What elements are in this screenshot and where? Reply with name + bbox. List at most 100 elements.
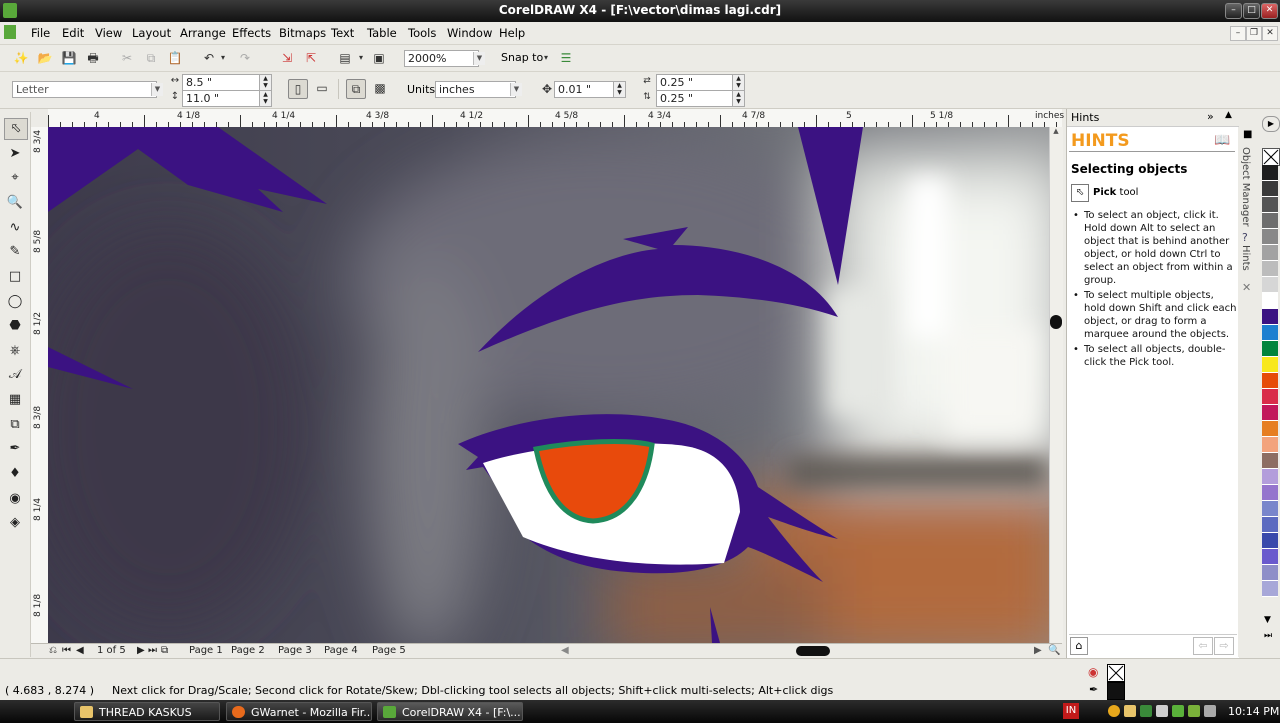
task-thread-kaskus[interactable]: THREAD KASKUS <box>74 702 220 721</box>
shape-tool-icon[interactable]: ➤ <box>4 144 26 164</box>
doc-close-button[interactable]: ✕ <box>1262 26 1278 41</box>
landscape-icon[interactable]: ▭ <box>313 79 331 97</box>
basic-shapes-tool-icon[interactable]: ⎈ <box>4 341 26 361</box>
portrait-icon[interactable]: ▯ <box>288 79 308 99</box>
open-folder-icon[interactable]: 📂 <box>36 49 54 67</box>
ellipse-tool-icon[interactable]: ◯ <box>4 292 26 312</box>
minimize-button[interactable]: – <box>1225 3 1242 19</box>
redo-icon[interactable]: ↷ <box>236 49 254 67</box>
print-icon[interactable]: 🖶 <box>84 49 102 67</box>
canvas-artwork[interactable] <box>48 127 1049 643</box>
menu-bitmaps[interactable]: Bitmaps <box>279 26 326 40</box>
tab-hints[interactable]: Hints <box>1240 245 1251 271</box>
scroll-left-icon[interactable]: ◀ <box>561 645 569 656</box>
tray-icon-norton[interactable] <box>1108 705 1120 717</box>
horizontal-ruler[interactable]: 4 4 1/8 4 1/4 4 3/8 4 1/2 4 5/8 4 3/4 4 … <box>48 109 1064 128</box>
home-icon[interactable]: ⌂ <box>1070 637 1088 655</box>
first-page-button[interactable]: ⏮ <box>62 645 71 656</box>
units-select[interactable]: inches <box>435 81 516 98</box>
color-swatch[interactable] <box>1262 229 1278 245</box>
page-height-field[interactable]: 11.0 " <box>182 90 261 107</box>
ruler-origin[interactable] <box>31 109 49 128</box>
rectangle-tool-icon[interactable]: □ <box>4 267 26 287</box>
first-page-icon[interactable]: ⎌ <box>49 645 57 656</box>
menu-view[interactable]: View <box>95 26 122 40</box>
document-icon[interactable] <box>4 25 16 39</box>
smart-fill-tool-icon[interactable]: ✎ <box>4 242 26 262</box>
copy-icon[interactable]: ⧉ <box>142 49 160 67</box>
color-swatch[interactable] <box>1262 421 1278 437</box>
nudge-spinner[interactable]: ▲ ▼ <box>613 81 626 98</box>
fill-swatch[interactable] <box>1107 664 1125 682</box>
back-arrow-icon[interactable]: ⇦ <box>1193 637 1213 655</box>
nudge-distance-field[interactable]: 0.01 " <box>554 81 615 98</box>
eyedropper-tool-icon[interactable]: ✒ <box>4 439 26 459</box>
menu-effects[interactable]: Effects <box>232 26 271 40</box>
menu-arrange[interactable]: Arrange <box>180 26 226 40</box>
launcher-dropdown-icon[interactable]: ▾ <box>356 49 366 67</box>
color-swatch[interactable] <box>1262 197 1278 213</box>
tray-icon-folder[interactable] <box>1124 705 1136 717</box>
tray-icon-network[interactable] <box>1156 705 1168 717</box>
color-swatch[interactable] <box>1262 565 1278 581</box>
export-icon[interactable]: ⇱ <box>302 49 320 67</box>
expand-docker-icon[interactable]: » <box>1207 110 1214 123</box>
doc-minimize-button[interactable]: – <box>1230 26 1246 41</box>
tab-page-2[interactable]: Page 2 <box>226 645 270 656</box>
chevron-down-icon[interactable]: ▼ <box>473 52 485 65</box>
tray-icon-app[interactable] <box>1140 705 1152 717</box>
palette-expand-icon[interactable]: ⏭ <box>1264 631 1272 641</box>
tray-icon-nvidia[interactable] <box>1172 705 1184 717</box>
drawing-canvas[interactable] <box>48 127 1049 643</box>
tab-page-1[interactable]: Page 1 <box>181 645 231 656</box>
menu-layout[interactable]: Layout <box>132 26 171 40</box>
crop-tool-icon[interactable]: ⌖ <box>4 168 26 188</box>
color-swatch[interactable] <box>1262 485 1278 501</box>
dup-y-spinner[interactable]: ▲ ▼ <box>732 90 745 107</box>
height-spinner[interactable]: ▲ ▼ <box>259 90 272 107</box>
chevron-down-icon[interactable]: ▼ <box>510 83 522 96</box>
vertical-ruler[interactable]: 8 3/4 8 5/8 8 1/2 8 3/8 8 1/4 8 1/8 <box>31 127 49 643</box>
scroll-up-icon[interactable]: ▲ <box>1051 127 1061 137</box>
cut-icon[interactable]: ✂ <box>118 49 136 67</box>
color-swatch[interactable] <box>1262 469 1278 485</box>
color-swatch[interactable] <box>1262 549 1278 565</box>
color-swatch[interactable] <box>1262 165 1278 181</box>
color-swatch[interactable] <box>1262 373 1278 389</box>
welcome-screen-icon[interactable]: ▣ <box>370 49 388 67</box>
import-icon[interactable]: ⇲ <box>278 49 296 67</box>
task-firefox[interactable]: GWarnet - Mozilla Fir... <box>226 702 372 721</box>
docker-icon[interactable]: ■ <box>1243 129 1252 140</box>
navigator-icon[interactable]: 🔍 <box>1048 645 1060 656</box>
paste-icon[interactable]: 📋 <box>166 49 184 67</box>
color-swatch[interactable] <box>1262 181 1278 197</box>
color-swatch[interactable] <box>1262 533 1278 549</box>
scroll-right-icon[interactable]: ▶ <box>1034 645 1042 656</box>
all-pages-icon[interactable]: ⧉ <box>346 79 366 99</box>
prev-page-icon[interactable]: ◀ <box>76 645 84 656</box>
palette-scroll-down-icon[interactable]: ▼ <box>1264 615 1271 625</box>
text-tool-icon[interactable]: 𝒜 <box>4 365 26 385</box>
polygon-tool-icon[interactable]: ⬣ <box>4 316 26 336</box>
last-page-icon[interactable]: ⏭ <box>148 645 157 656</box>
outline-swatch[interactable] <box>1107 682 1125 700</box>
menu-help[interactable]: Help <box>499 26 525 40</box>
undo-icon[interactable]: ↶ <box>200 49 218 67</box>
close-button[interactable]: ✕ <box>1261 3 1278 19</box>
chevron-down-icon[interactable]: ▼ <box>151 83 163 96</box>
vertical-scrollbar[interactable]: ▲ <box>1049 127 1063 643</box>
color-swatch[interactable] <box>1262 341 1278 357</box>
color-swatch[interactable] <box>1262 437 1278 453</box>
menu-edit[interactable]: Edit <box>62 26 84 40</box>
width-spinner[interactable]: ▲ ▼ <box>259 74 272 91</box>
color-swatch[interactable] <box>1262 293 1278 309</box>
language-indicator[interactable]: IN <box>1063 703 1079 719</box>
start-button[interactable] <box>0 700 60 723</box>
page-width-field[interactable]: 8.5 " <box>182 74 261 91</box>
no-color-swatch[interactable] <box>1262 148 1280 166</box>
dup-x-spinner[interactable]: ▲ ▼ <box>732 74 745 91</box>
save-icon[interactable]: 💾 <box>60 49 78 67</box>
freehand-tool-icon[interactable]: ∿ <box>4 218 26 238</box>
color-swatch[interactable] <box>1262 261 1278 277</box>
zoom-tool-icon[interactable]: 🔍 <box>4 193 26 213</box>
